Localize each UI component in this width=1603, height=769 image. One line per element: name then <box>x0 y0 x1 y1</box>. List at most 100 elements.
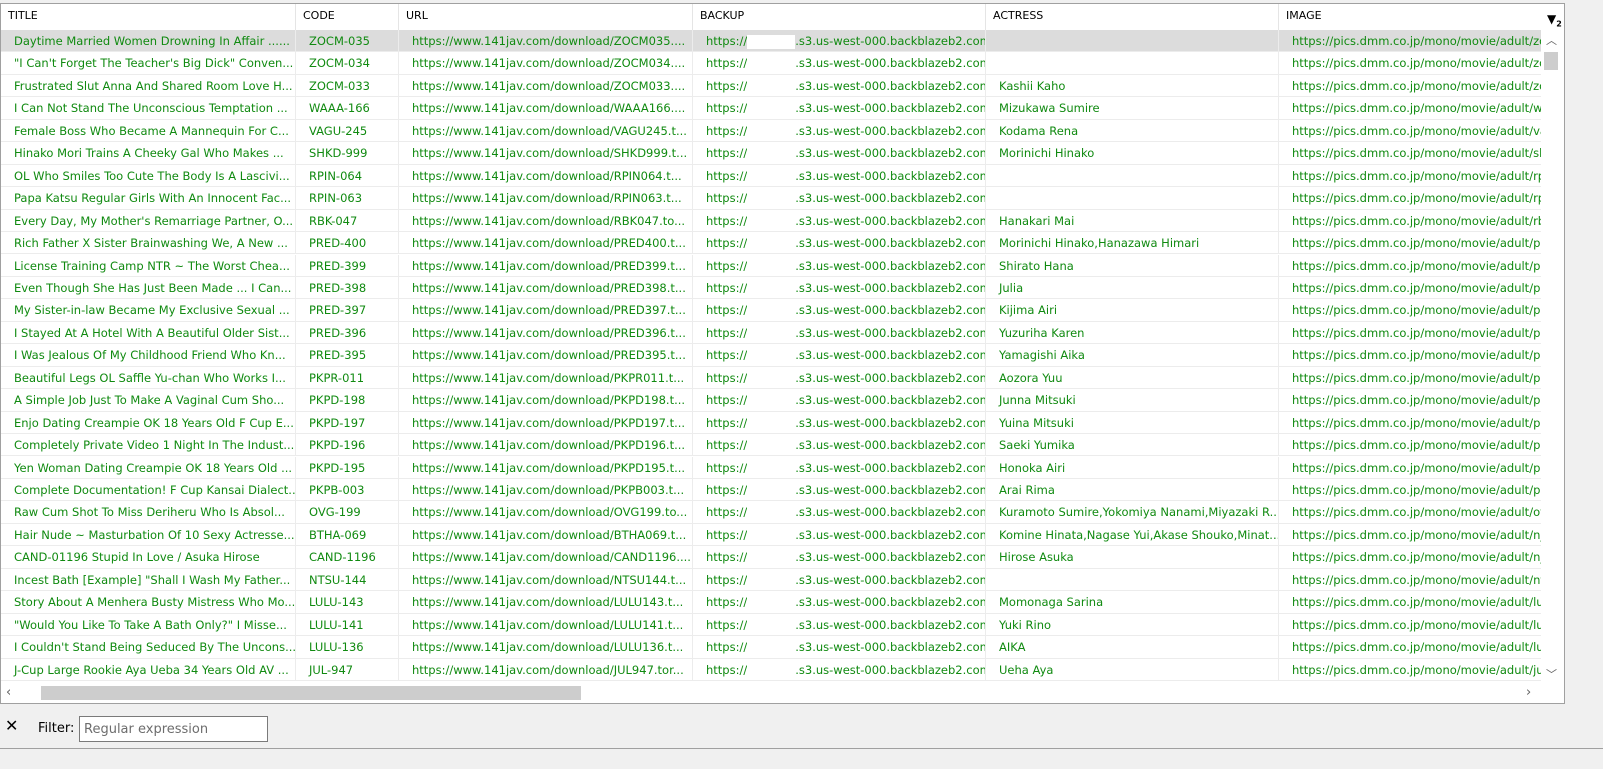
table-row[interactable]: Even Though She Has Just Been Made ... I… <box>1 276 1541 300</box>
cell-backup[interactable]: https:// .s3.us-west-000.backblazeb2.com.… <box>693 232 986 255</box>
cell-actress[interactable]: Hanakari Mai <box>986 209 1279 232</box>
cell-actress[interactable] <box>986 30 1279 52</box>
cell-url[interactable]: https://www.141jav.com/download/VAGU245.… <box>399 119 693 142</box>
cell-code[interactable]: PKPD-197 <box>296 411 399 434</box>
cell-code[interactable]: LULU-141 <box>296 613 399 636</box>
cell-url[interactable]: https://www.141jav.com/download/JUL947.t… <box>399 658 693 681</box>
horizontal-scrollbar[interactable]: ‹ › <box>1 684 1541 702</box>
cell-backup[interactable]: https:// .s3.us-west-000.backblazeb2.com.… <box>693 366 986 389</box>
horizontal-scroll-thumb[interactable] <box>41 686 581 700</box>
cell-url[interactable]: https://www.141jav.com/download/ZOCM033.… <box>399 74 693 97</box>
cell-title[interactable]: A Simple Job Just To Make A Vaginal Cum … <box>1 389 296 412</box>
cell-url[interactable]: https://www.141jav.com/download/PRED400.… <box>399 232 693 255</box>
table-row[interactable]: Frustrated Slut Anna And Shared Room Lov… <box>1 74 1541 98</box>
cell-backup[interactable]: https:// .s3.us-west-000.backblazeb2.com.… <box>693 389 986 412</box>
cell-url[interactable]: https://www.141jav.com/download/PRED398.… <box>399 276 693 299</box>
table-row[interactable]: A Simple Job Just To Make A Vaginal Cum … <box>1 389 1541 412</box>
cell-url[interactable]: https://www.141jav.com/download/ZOCM035.… <box>399 30 693 52</box>
cell-image[interactable]: https://pics.dmm.co.jp/mono/movie/adult/… <box>1279 277 1541 299</box>
cell-url[interactable]: https://www.141jav.com/download/RPIN064.… <box>399 164 693 187</box>
table-row[interactable]: J-Cup Large Rookie Aya Ueba 34 Years Old… <box>1 658 1541 681</box>
cell-code[interactable]: SHKD-999 <box>296 142 399 165</box>
column-header-code[interactable]: CODE <box>296 4 399 30</box>
cell-actress[interactable] <box>986 52 1279 75</box>
cell-actress[interactable]: Yuzuriha Karen <box>986 321 1279 344</box>
cell-image[interactable]: https://pics.dmm.co.jp/mono/movie/adult/… <box>1279 210 1541 232</box>
cell-backup[interactable]: https:// .s3.us-west-000.backblazeb2.com.… <box>693 74 986 97</box>
cell-image[interactable]: https://pics.dmm.co.jp/mono/movie/adult/… <box>1279 457 1541 479</box>
cell-actress[interactable] <box>986 187 1279 210</box>
cell-title[interactable]: Story About A Menhera Busty Mistress Who… <box>1 591 296 614</box>
cell-image[interactable]: https://pics.dmm.co.jp/mono/movie/adult/… <box>1279 434 1541 456</box>
cell-url[interactable]: https://www.141jav.com/download/NTSU144.… <box>399 568 693 591</box>
table-row[interactable]: Completely Private Video 1 Night In The … <box>1 434 1541 457</box>
cell-title[interactable]: Rich Father X Sister Brainwashing We, A … <box>1 232 296 255</box>
cell-title[interactable]: "Would You Like To Take A Bath Only?" I … <box>1 613 296 636</box>
cell-code[interactable]: PRED-399 <box>296 254 399 277</box>
cell-code[interactable]: RBK-047 <box>296 209 399 232</box>
table-row[interactable]: CAND-01196 Stupid In Love / Asuka Hirose… <box>1 546 1541 569</box>
table-row[interactable]: Rich Father X Sister Brainwashing We, A … <box>1 232 1541 255</box>
table-row[interactable]: Papa Katsu Regular Girls With An Innocen… <box>1 187 1541 210</box>
cell-image[interactable]: https://pics.dmm.co.jp/mono/movie/adult/… <box>1279 569 1541 591</box>
cell-code[interactable]: NTSU-144 <box>296 568 399 591</box>
cell-code[interactable]: ZOCM-035 <box>296 30 399 52</box>
cell-actress[interactable]: AIKA <box>986 636 1279 659</box>
cell-image[interactable]: https://pics.dmm.co.jp/mono/movie/adult/… <box>1279 30 1541 52</box>
cell-url[interactable]: https://www.141jav.com/download/RPIN063.… <box>399 187 693 210</box>
cell-actress[interactable]: Kashii Kaho <box>986 74 1279 97</box>
table-row[interactable]: Daytime Married Women Drowning In Affair… <box>1 30 1541 53</box>
cell-code[interactable]: LULU-136 <box>296 636 399 659</box>
cell-actress[interactable]: Hirose Asuka <box>986 546 1279 569</box>
cell-actress[interactable] <box>986 164 1279 187</box>
cell-image[interactable]: https://pics.dmm.co.jp/mono/movie/adult/… <box>1279 591 1541 613</box>
cell-actress[interactable]: Yamagishi Aika <box>986 344 1279 367</box>
cell-actress[interactable] <box>986 568 1279 591</box>
cell-image[interactable]: https://pics.dmm.co.jp/mono/movie/adult/… <box>1279 232 1541 254</box>
cell-code[interactable]: CAND-1196 <box>296 546 399 569</box>
cell-title[interactable]: I Can Not Stand The Unconscious Temptati… <box>1 97 296 120</box>
table-row[interactable]: "I Can't Forget The Teacher's Big Dick" … <box>1 52 1541 75</box>
cell-backup[interactable]: https:// .s3.us-west-000.backblazeb2.com.… <box>693 142 986 165</box>
cell-title[interactable]: OL Who Smiles Too Cute The Body Is A Las… <box>1 164 296 187</box>
cell-title[interactable]: Beautiful Legs OL Saffle Yu-chan Who Wor… <box>1 366 296 389</box>
cell-title[interactable]: Hair Nude ~ Masturbation Of 10 Sexy Actr… <box>1 523 296 546</box>
cell-title[interactable]: I Was Jealous Of My Childhood Friend Who… <box>1 344 296 367</box>
cell-title[interactable]: Completely Private Video 1 Night In The … <box>1 434 296 457</box>
cell-actress[interactable]: Junna Mitsuki <box>986 389 1279 412</box>
table-row[interactable]: Story About A Menhera Busty Mistress Who… <box>1 591 1541 614</box>
cell-code[interactable]: PRED-396 <box>296 321 399 344</box>
cell-code[interactable]: ZOCM-034 <box>296 52 399 75</box>
cell-backup[interactable]: https:// .s3.us-west-000.backblazeb2.com.… <box>693 52 986 75</box>
cell-backup[interactable]: https:// .s3.us-west-000.backblazeb2.com.… <box>693 276 986 299</box>
cell-image[interactable]: https://pics.dmm.co.jp/mono/movie/adult/… <box>1279 546 1541 568</box>
table-row[interactable]: Incest Bath [Example] "Shall I Wash My F… <box>1 568 1541 592</box>
cell-title[interactable]: Papa Katsu Regular Girls With An Innocen… <box>1 187 296 210</box>
cell-title[interactable]: Frustrated Slut Anna And Shared Room Lov… <box>1 74 296 97</box>
cell-actress[interactable]: Morinichi Hinako <box>986 142 1279 165</box>
vertical-scroll-thumb[interactable] <box>1544 52 1558 70</box>
close-filter-icon[interactable]: ✕ <box>5 716 18 735</box>
cell-actress[interactable]: Morinichi Hinako,Hanazawa Himari <box>986 232 1279 255</box>
cell-code[interactable]: RPIN-063 <box>296 187 399 210</box>
column-header-backup[interactable]: BACKUP <box>693 4 986 30</box>
cell-image[interactable]: https://pics.dmm.co.jp/mono/movie/adult/… <box>1279 142 1541 164</box>
cell-code[interactable]: PKPD-198 <box>296 389 399 412</box>
cell-url[interactable]: https://www.141jav.com/download/PKPR011.… <box>399 366 693 389</box>
cell-image[interactable]: https://pics.dmm.co.jp/mono/movie/adult/… <box>1279 389 1541 411</box>
cell-backup[interactable]: https:// .s3.us-west-000.backblazeb2.com.… <box>693 636 986 659</box>
cell-url[interactable]: https://www.141jav.com/download/RBK047.t… <box>399 209 693 232</box>
cell-backup[interactable]: https:// .s3.us-west-000.backblazeb2.com.… <box>693 658 986 681</box>
cell-backup[interactable]: https:// .s3.us-west-000.backblazeb2.com.… <box>693 119 986 142</box>
scroll-up-icon[interactable]: ︿ <box>1546 32 1557 48</box>
cell-image[interactable]: https://pics.dmm.co.jp/mono/movie/adult/… <box>1279 255 1541 277</box>
cell-actress[interactable]: Momonaga Sarina <box>986 591 1279 614</box>
cell-actress[interactable]: Julia <box>986 276 1279 299</box>
cell-image[interactable]: https://pics.dmm.co.jp/mono/movie/adult/… <box>1279 636 1541 658</box>
cell-backup[interactable]: https:// .s3.us-west-000.backblazeb2.com.… <box>693 254 986 277</box>
cell-code[interactable]: OVG-199 <box>296 501 399 524</box>
cell-title[interactable]: Hinako Mori Trains A Cheeky Gal Who Make… <box>1 142 296 165</box>
cell-image[interactable]: https://pics.dmm.co.jp/mono/movie/adult/… <box>1279 501 1541 523</box>
cell-title[interactable]: Enjo Dating Creampie OK 18 Years Old F C… <box>1 411 296 434</box>
cell-image[interactable]: https://pics.dmm.co.jp/mono/movie/adult/… <box>1279 75 1541 97</box>
